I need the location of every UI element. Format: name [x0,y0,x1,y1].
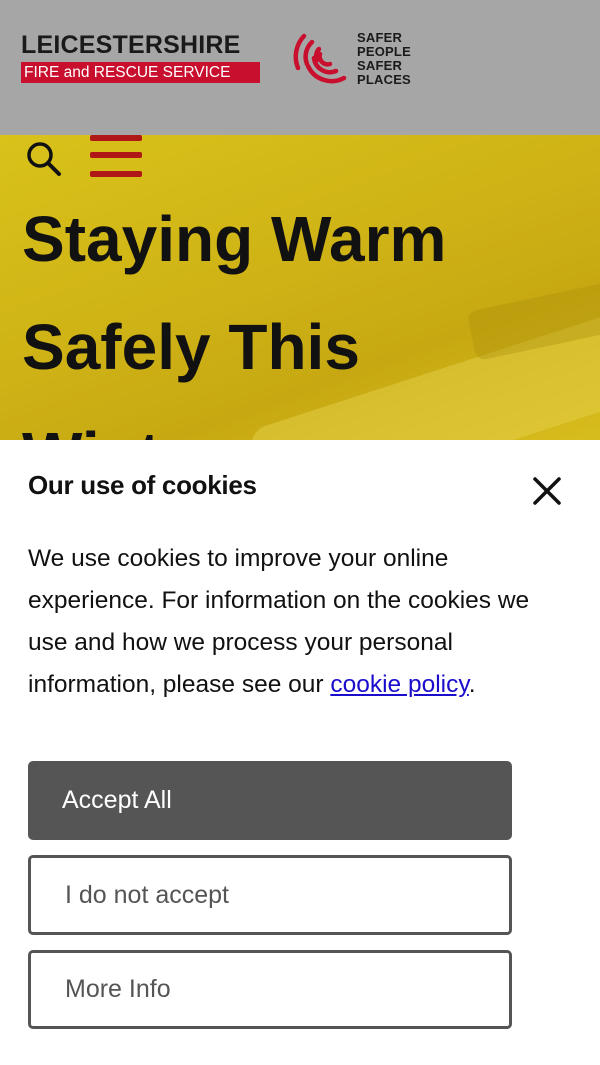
logo-title: LEICESTERSHIRE [21,31,241,59]
reject-cookies-button[interactable]: I do not accept [28,855,512,935]
hero-banner: Staying Warm Safely This Winter [0,135,600,440]
cookie-banner-text: We use cookies to improve your online ex… [28,538,573,706]
page-title-line: Winter [22,401,582,440]
slogan: SAFER PEOPLE SAFER PLACES [357,31,411,87]
more-info-button[interactable]: More Info [28,950,512,1029]
hamburger-menu-icon[interactable] [90,135,142,179]
menu-bar [90,152,142,158]
page-title-line: Staying Warm [22,203,447,275]
site-header: LEICESTERSHIRE FIRE and RESCUE SERVICE S… [0,0,600,135]
signal-waves-icon [293,33,347,84]
slogan-line: SAFER [357,58,403,73]
slogan-line: SAFER [357,30,403,45]
logo-subtitle: FIRE and RESCUE SERVICE [21,62,260,83]
menu-bar [90,135,142,141]
menu-bar [90,171,142,177]
slogan-line: PEOPLE [357,44,411,59]
cookie-banner: Our use of cookies We use cookies to imp… [0,440,600,1065]
cookie-text-end: . [468,671,476,698]
page-title-line: Safely This [22,311,360,383]
close-icon[interactable] [530,474,564,508]
slogan-line: PLACES [357,72,411,87]
site-logo[interactable]: LEICESTERSHIRE FIRE and RESCUE SERVICE [21,33,261,83]
accept-all-button[interactable]: Accept All [28,761,512,840]
search-icon[interactable] [24,139,64,179]
cookie-policy-link[interactable]: cookie policy [330,671,468,698]
cookie-banner-title: Our use of cookies [28,470,257,500]
page-title: Staying Warm Safely This Winter [22,185,582,440]
